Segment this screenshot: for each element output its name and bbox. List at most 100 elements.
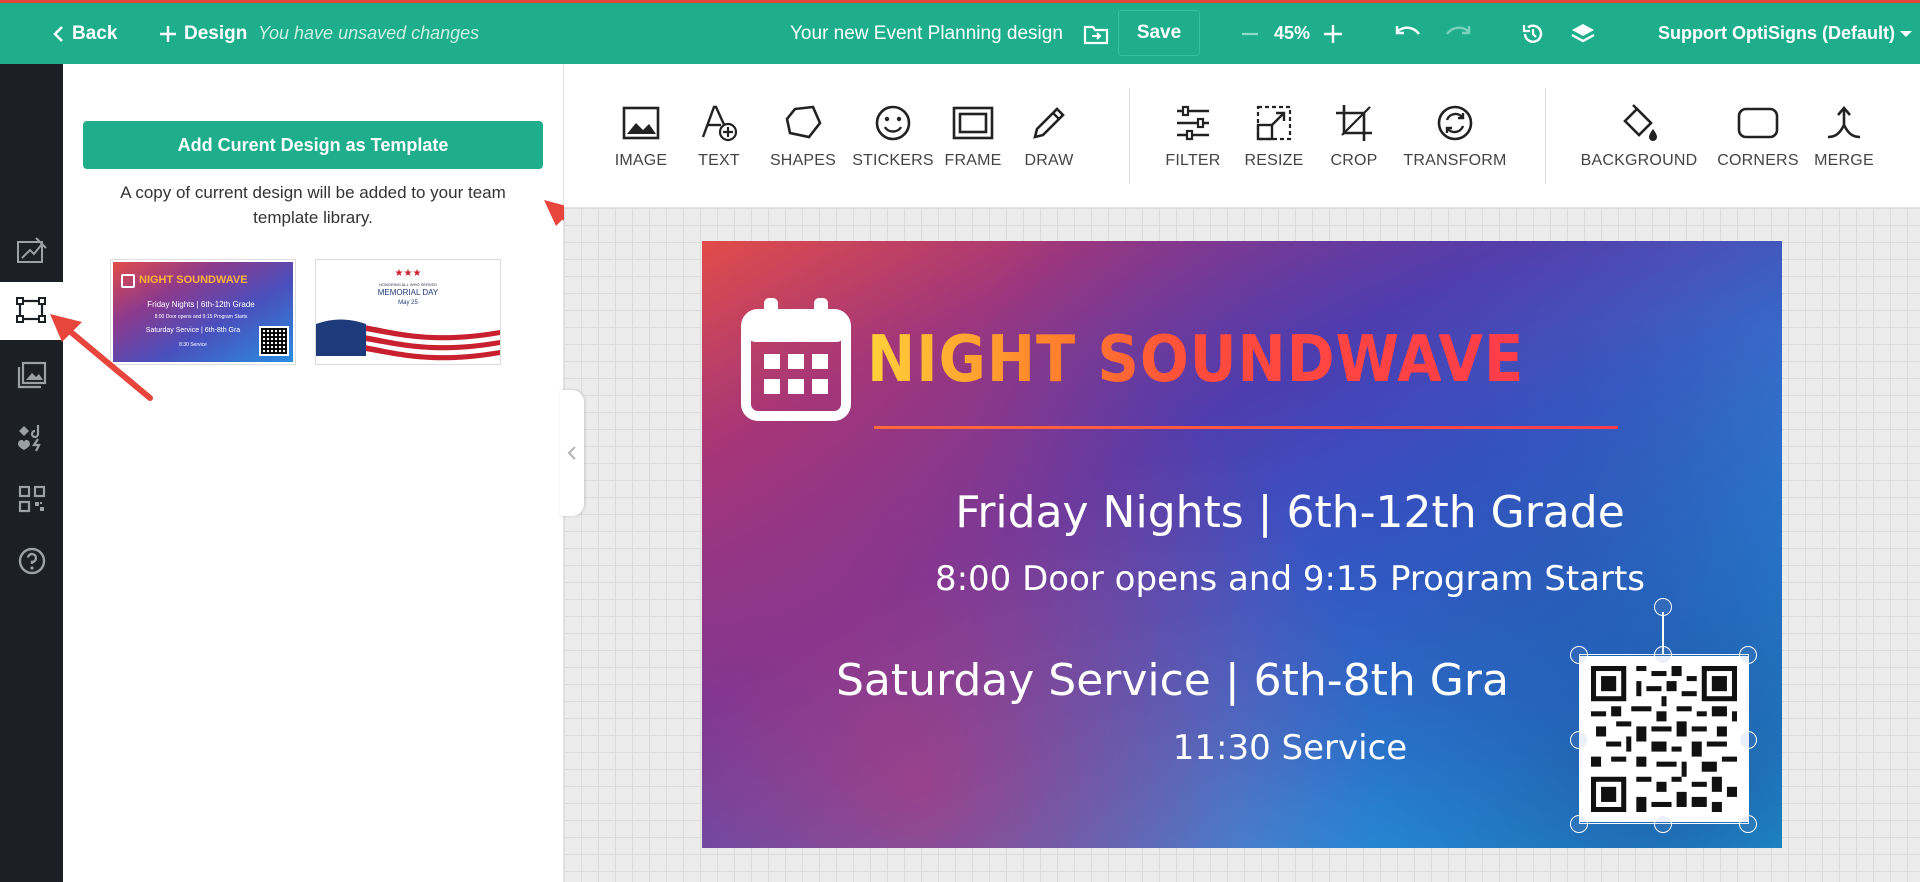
image-icon (622, 106, 660, 140)
resize-handle-r[interactable] (1739, 731, 1757, 749)
paint-bucket-icon (1623, 104, 1657, 141)
zoom-out-button[interactable] (1240, 3, 1260, 64)
design-line3: Saturday Service | 6th-8th Gra (836, 655, 1509, 706)
smiley-icon (875, 105, 911, 141)
tool-label: SHAPES (769, 152, 837, 169)
thumbnail-top-text: HONORING ALL WHO SERVED (378, 282, 438, 287)
calendar-icon (121, 274, 135, 288)
text-add-icon (701, 105, 738, 142)
resize-handle-bl[interactable] (1570, 815, 1588, 833)
tool-label: TEXT (698, 152, 740, 169)
rotate-handle[interactable] (1654, 598, 1672, 616)
design-title: NIGHT SOUNDWAVE (867, 323, 1525, 397)
redo-icon (1446, 25, 1471, 35)
thumbnail-title: MEMORIAL DAY (377, 288, 439, 297)
save-button[interactable]: Save (1118, 10, 1200, 56)
tool-draw[interactable]: DRAW (994, 100, 1104, 170)
layers-icon (1571, 23, 1595, 42)
design-menu-button[interactable]: Design (158, 3, 247, 64)
help-icon (18, 547, 45, 575)
sidebar-item-edit[interactable] (0, 222, 63, 280)
redo-button[interactable] (1444, 3, 1472, 64)
sidebar-item-apps[interactable] (0, 408, 63, 466)
rounded-rect-icon (1737, 107, 1779, 139)
apps-icon (17, 425, 41, 452)
shapes-icon (785, 105, 822, 139)
edit-design-icon (16, 237, 47, 263)
thumbnail-title: NIGHT SOUNDWAVE (139, 274, 248, 286)
toolbar-divider (1545, 88, 1546, 184)
account-label: Support OptiSigns (Default) (1658, 23, 1895, 43)
flag-graphic (316, 319, 500, 364)
calendar-icon (741, 298, 851, 421)
tool-label: FILTER (1165, 152, 1221, 169)
resize-handle-tl[interactable] (1570, 646, 1588, 664)
tool-merge[interactable]: MERGE (1789, 100, 1899, 170)
layers-button[interactable] (1570, 3, 1596, 64)
tool-crop[interactable]: CROP (1299, 100, 1409, 170)
tool-label: DRAW (1024, 152, 1074, 169)
zoom-level: 45% (1274, 23, 1311, 43)
sidebar-item-qr[interactable] (0, 470, 63, 528)
unsaved-status: You have unsaved changes (258, 23, 480, 43)
undo-icon (1395, 25, 1420, 35)
tool-label: FRAME (944, 152, 1002, 169)
resize-handle-b[interactable] (1654, 815, 1672, 833)
zoom-in-button[interactable] (1322, 3, 1344, 64)
selection-box (1579, 654, 1749, 824)
document-title[interactable]: Your new Event Planning design (790, 3, 1063, 64)
rotate-icon (1437, 105, 1473, 141)
tool-background[interactable]: BACKGROUND (1574, 100, 1704, 170)
minus-icon (1242, 32, 1258, 35)
tool-label: RESIZE (1244, 152, 1304, 169)
account-selector[interactable]: Support OptiSigns (Default) (1658, 3, 1913, 64)
plus-icon (1324, 24, 1342, 43)
resize-handle-tr[interactable] (1739, 646, 1757, 664)
undo-button[interactable] (1394, 3, 1422, 64)
title-underline (874, 426, 1618, 429)
tool-label: MERGE (1814, 152, 1874, 169)
back-label: Back (72, 22, 118, 44)
history-button[interactable] (1520, 3, 1546, 64)
plus-icon (160, 25, 176, 42)
chevron-left-icon (567, 446, 576, 460)
annotation-arrow-to-templates (50, 314, 153, 401)
frame-icon (952, 106, 994, 140)
design-line2: 8:00 Door opens and 9:15 Program Starts (934, 559, 1646, 599)
tool-label: TRANSFORM (1403, 152, 1507, 169)
left-sidebar (0, 64, 63, 882)
templates-panel: Add Curent Design as Template A copy of … (63, 64, 564, 882)
add-template-button[interactable]: Add Curent Design as Template (83, 121, 543, 169)
chevron-left-icon (53, 25, 63, 42)
tool-transform[interactable]: TRANSFORM (1400, 100, 1510, 170)
chevron-down-icon (1899, 30, 1912, 37)
merge-icon (1827, 106, 1861, 139)
toolbar-divider (1129, 88, 1130, 184)
qr-code-icon (18, 485, 45, 513)
resize-handle-br[interactable] (1739, 815, 1757, 833)
template-thumbnail-memorial-day[interactable]: ★★★ HONORING ALL WHO SERVED MEMORIAL DAY… (315, 259, 501, 365)
resize-handle-l[interactable] (1570, 731, 1588, 749)
top-bar: Back Design You have unsaved changes You… (0, 0, 1920, 64)
template-help-text: A copy of current design will be added t… (120, 183, 506, 227)
pencil-icon (1033, 107, 1065, 139)
editor-toolbar: IMAGE TEXT SHAPES STICKERS FRAME DRAW FI… (564, 64, 1920, 208)
tool-label: CROP (1330, 152, 1378, 169)
stars-decoration: ★★★ (394, 268, 422, 279)
resize-handle-t[interactable] (1654, 646, 1672, 664)
save-to-folder-button[interactable] (1083, 3, 1109, 64)
sidebar-item-help[interactable] (0, 532, 63, 590)
sliders-icon (1177, 105, 1209, 141)
back-button[interactable]: Back (52, 3, 117, 64)
crop-icon (1336, 105, 1372, 141)
thumbnail-qr (259, 326, 289, 356)
resize-icon (1256, 105, 1292, 141)
tool-label: BACKGROUND (1580, 152, 1698, 169)
design-line1: Friday Nights | 6th-12th Grade (955, 487, 1625, 538)
tool-label: IMAGE (614, 152, 668, 169)
history-icon (1522, 24, 1543, 43)
collapse-panel-button[interactable] (560, 390, 584, 516)
tool-label: CORNERS (1717, 152, 1799, 169)
design-label: Design (184, 22, 248, 44)
folder-arrow-icon (1083, 25, 1109, 44)
